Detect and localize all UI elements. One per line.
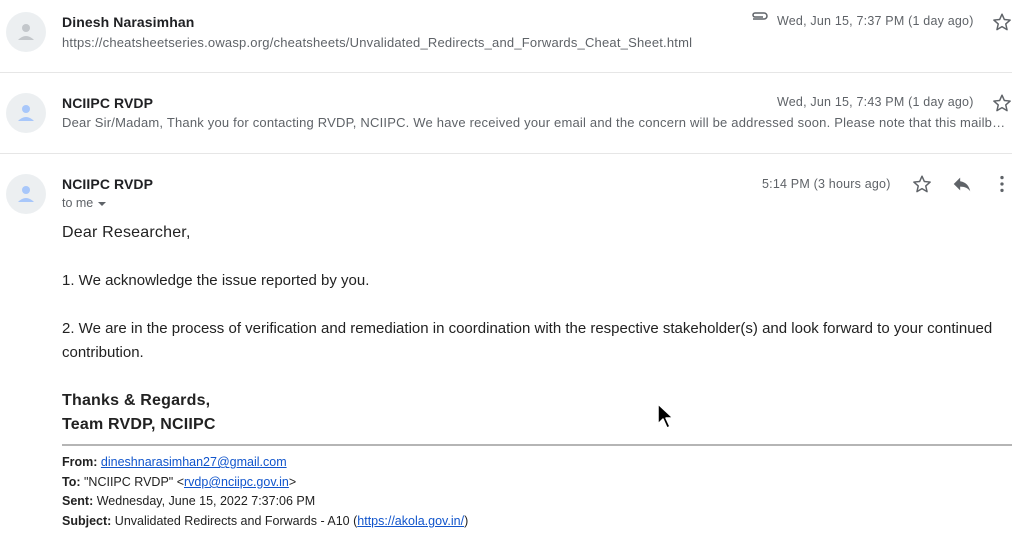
body-point-2: 2. We are in the process of verification… (62, 320, 993, 361)
quoted-subject-close: ) (464, 514, 469, 528)
signoff: Thanks & Regards, (62, 392, 211, 409)
recipients-toggle[interactable]: to me (62, 196, 107, 210)
greeting: Dear Researcher, (62, 224, 191, 241)
message-collapsed-2[interactable]: NCIIPC RVDP Dear Sir/Madam, Thank you fo… (0, 73, 1028, 153)
quoted-to-close: > (288, 475, 297, 489)
star-icon[interactable] (991, 92, 1013, 114)
quoted-from: From: dineshnarasimhan27@gmail.com (62, 455, 287, 469)
quote-divider (62, 444, 1012, 446)
quoted-sent-label: Sent: (62, 494, 94, 508)
sender-name: NCIIPC RVDP (62, 95, 154, 111)
quoted-subject: Subject: Unvalidated Redirects and Forwa… (62, 514, 468, 528)
person-icon (18, 186, 34, 202)
sender-name: Dinesh Narasimhan (62, 14, 195, 30)
paperclip-icon (750, 10, 770, 28)
star-icon[interactable] (991, 11, 1013, 33)
chevron-down-icon (98, 201, 107, 206)
team-signature: Team RVDP, NCIIPC (62, 416, 216, 433)
divider (0, 153, 1012, 154)
quoted-sent-value: Wednesday, June 15, 2022 7:37:06 PM (96, 494, 316, 508)
quoted-from-email-link[interactable]: dineshnarasimhan27@gmail.com (101, 455, 287, 469)
message-collapsed-1[interactable]: Dinesh Narasimhan https://cheatsheetseri… (0, 0, 1028, 72)
avatar (6, 174, 46, 214)
quoted-to-label: To: (62, 475, 81, 489)
message-date: Wed, Jun 15, 7:37 PM (1 day ago) (777, 14, 974, 28)
quoted-from-label: From: (62, 455, 98, 469)
quoted-sent: Sent: Wednesday, June 15, 2022 7:37:06 P… (62, 494, 315, 508)
quoted-to: To: "NCIIPC RVDP" <rvdp@nciipc.gov.in> (62, 475, 296, 489)
message-date: Wed, Jun 15, 7:43 PM (1 day ago) (777, 95, 974, 109)
body-point-1: 1. We acknowledge the issue reported by … (62, 272, 370, 289)
star-icon[interactable] (911, 173, 933, 195)
avatar (6, 12, 46, 52)
person-icon (18, 24, 34, 40)
to-me-label: to me (62, 196, 94, 210)
more-vert-icon[interactable] (991, 173, 1013, 195)
quoted-to-name: "NCIIPC RVDP" < (84, 475, 184, 489)
quoted-subject-label: Subject: (62, 514, 112, 528)
message-snippet: Dear Sir/Madam, Thank you for contacting… (62, 115, 1010, 130)
message-date: 5:14 PM (3 hours ago) (762, 177, 891, 191)
message-snippet: https://cheatsheetseries.owasp.org/cheat… (62, 35, 693, 50)
reply-icon[interactable] (951, 173, 973, 195)
quoted-subject-link[interactable]: https://akola.gov.in/ (357, 514, 464, 528)
person-icon (18, 105, 34, 121)
avatar (6, 93, 46, 133)
quoted-subject-value: Unvalidated Redirects and Forwards - A10… (114, 514, 358, 528)
mouse-cursor-icon (657, 403, 674, 429)
sender-name: NCIIPC RVDP (62, 176, 154, 192)
quoted-to-email-link[interactable]: rvdp@nciipc.gov.in (184, 475, 289, 489)
